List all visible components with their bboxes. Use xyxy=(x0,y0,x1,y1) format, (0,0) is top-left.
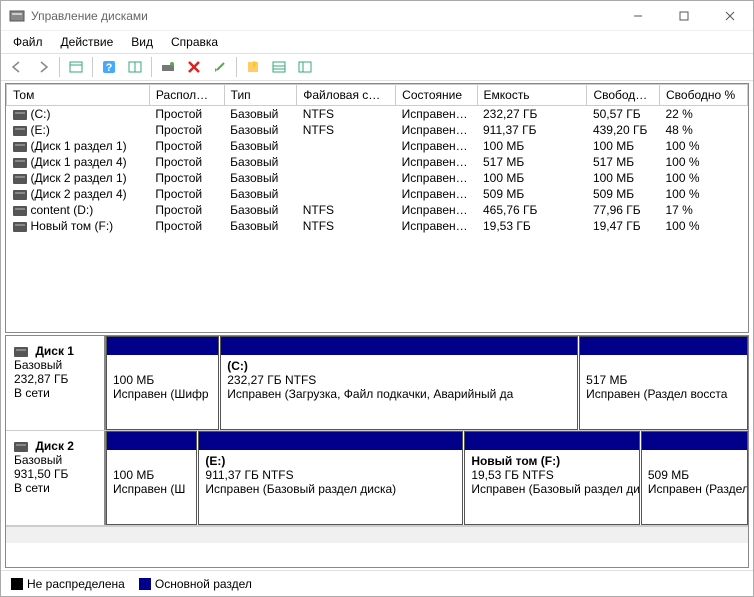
volume-row[interactable]: (Диск 2 раздел 4)ПростойБазовыйИсправен…… xyxy=(7,186,748,202)
disk-icon xyxy=(14,347,28,357)
volume-icon xyxy=(13,206,27,216)
partition[interactable]: (C:)232,27 ГБ NTFSИсправен (Загрузка, Фа… xyxy=(220,336,578,430)
maximize-button[interactable] xyxy=(661,1,707,31)
partition-header xyxy=(199,432,462,450)
menu-view[interactable]: Вид xyxy=(123,33,161,51)
back-button[interactable] xyxy=(5,55,29,79)
legend-unallocated: Не распределена xyxy=(11,577,125,591)
partition[interactable]: 100 МБИсправен (Ш xyxy=(106,431,197,525)
window-title: Управление дисками xyxy=(31,9,615,23)
refresh-button[interactable] xyxy=(156,55,180,79)
volume-row[interactable]: Новый том (F:)ПростойБазовыйNTFSИсправен… xyxy=(7,218,748,234)
col-header-fs[interactable]: Файловая с… xyxy=(297,85,396,106)
close-button[interactable] xyxy=(707,1,753,31)
app-icon xyxy=(9,8,25,24)
volume-row[interactable]: (Диск 1 раздел 1)ПростойБазовыйИсправен…… xyxy=(7,138,748,154)
partition[interactable]: 509 МБИсправен (Раздел xyxy=(641,431,748,525)
volume-icon xyxy=(13,158,27,168)
partition[interactable]: Новый том (F:)19,53 ГБ NTFSИсправен (Баз… xyxy=(464,431,640,525)
volume-icon xyxy=(13,222,27,232)
partition-header xyxy=(221,337,577,355)
col-header-type[interactable]: Тип xyxy=(224,85,297,106)
menu-help[interactable]: Справка xyxy=(163,33,226,51)
list-view-button[interactable] xyxy=(267,55,291,79)
volume-table: ТомРаспол…ТипФайловая с…СостояниеЕмкость… xyxy=(6,84,748,234)
partition-header xyxy=(465,432,639,450)
volume-table-container[interactable]: ТомРаспол…ТипФайловая с…СостояниеЕмкость… xyxy=(5,83,749,333)
partition-header xyxy=(107,432,196,450)
col-header-volume[interactable]: Том xyxy=(7,85,150,106)
partition[interactable]: 100 МБИсправен (Шифр xyxy=(106,336,219,430)
titlebar[interactable]: Управление дисками xyxy=(1,1,753,31)
disk-row: Диск 1Базовый232,87 ГБВ сети 100 МБИспра… xyxy=(6,336,748,431)
volume-row[interactable]: content (D:)ПростойБазовыйNTFSИсправен…4… xyxy=(7,202,748,218)
partition-header xyxy=(580,337,747,355)
col-header-free[interactable]: Свобод… xyxy=(587,85,660,106)
menubar: Файл Действие Вид Справка xyxy=(1,31,753,53)
disk-label[interactable]: Диск 1Базовый232,87 ГБВ сети xyxy=(6,336,106,430)
disk-icon xyxy=(14,442,28,452)
disk-management-window: Управление дисками Файл Действие Вид Спр… xyxy=(0,0,754,597)
help-button[interactable]: ? xyxy=(97,55,121,79)
detail-view-button[interactable] xyxy=(293,55,317,79)
volume-row[interactable]: (C:)ПростойБазовыйNTFSИсправен…232,27 ГБ… xyxy=(7,106,748,123)
volume-row[interactable]: (E:)ПростойБазовыйNTFSИсправен…911,37 ГБ… xyxy=(7,122,748,138)
svg-text:?: ? xyxy=(106,62,113,74)
partition-header xyxy=(642,432,747,450)
new-button[interactable] xyxy=(241,55,265,79)
delete-button[interactable] xyxy=(182,55,206,79)
legend: Не распределена Основной раздел xyxy=(1,570,753,596)
settings-button[interactable] xyxy=(123,55,147,79)
col-header-layout[interactable]: Распол… xyxy=(149,85,224,106)
col-header-freepct[interactable]: Свободно % xyxy=(659,85,747,106)
col-header-status[interactable]: Состояние xyxy=(396,85,477,106)
menu-action[interactable]: Действие xyxy=(53,33,122,51)
disk-label[interactable]: Диск 2Базовый931,50 ГБВ сети xyxy=(6,431,106,525)
partition[interactable]: (E:)911,37 ГБ NTFSИсправен (Базовый разд… xyxy=(198,431,463,525)
partition[interactable]: 517 МБИсправен (Раздел восста xyxy=(579,336,748,430)
volume-icon xyxy=(13,190,27,200)
volume-row[interactable]: (Диск 1 раздел 4)ПростойБазовыйИсправен…… xyxy=(7,154,748,170)
toolbar: ? xyxy=(1,53,753,81)
graphical-view[interactable]: Диск 1Базовый232,87 ГБВ сети 100 МБИспра… xyxy=(5,335,749,568)
properties-button[interactable] xyxy=(208,55,232,79)
horizontal-scrollbar[interactable] xyxy=(6,526,748,543)
forward-button[interactable] xyxy=(31,55,55,79)
legend-primary: Основной раздел xyxy=(139,577,252,591)
volume-icon xyxy=(13,142,27,152)
volume-icon xyxy=(13,174,27,184)
menu-file[interactable]: Файл xyxy=(5,33,51,51)
col-header-capacity[interactable]: Емкость xyxy=(477,85,587,106)
show-hide-button[interactable] xyxy=(64,55,88,79)
disk-row: Диск 2Базовый931,50 ГБВ сети 100 МБИспра… xyxy=(6,431,748,526)
volume-icon xyxy=(13,126,27,136)
minimize-button[interactable] xyxy=(615,1,661,31)
volume-row[interactable]: (Диск 2 раздел 1)ПростойБазовыйИсправен…… xyxy=(7,170,748,186)
volume-icon xyxy=(13,110,27,120)
partition-header xyxy=(107,337,218,355)
